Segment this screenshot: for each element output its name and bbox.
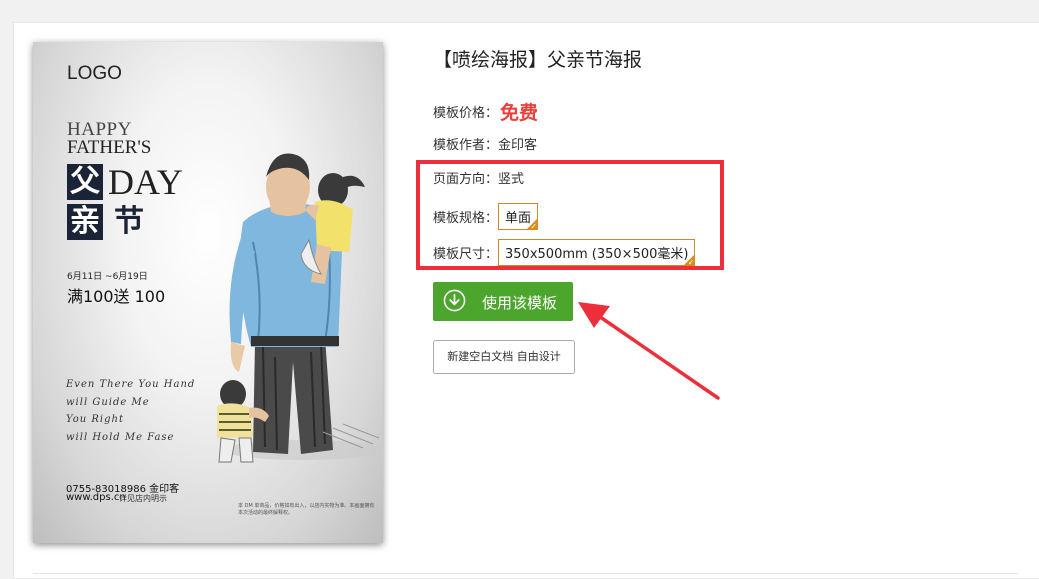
template-title: 【喷绘海报】父亲节海报 (433, 49, 643, 71)
poster-script-line: Even There You Hand (66, 379, 196, 390)
check-icon: ✓ (687, 258, 695, 267)
author-label: 模板作者： (433, 138, 499, 153)
poster-note: 详见店内明示 (119, 494, 167, 503)
poster-char-jie: 节 (114, 204, 144, 239)
poster-script-text: Even There You Hand will Guide Me You Ri… (66, 376, 195, 446)
poster-day: DAY (108, 162, 183, 202)
poster-fine-print: 本 DM 单商品，价格如有出入，以店内实物为准。本画面拥有本次活动的最终解释权。 (238, 503, 375, 516)
poster-script-line: will Guide Me (66, 396, 150, 408)
poster-date-range: 6月11日 ~6月19日 (67, 272, 148, 282)
poster-fathers: FATHER'S (67, 137, 152, 158)
check-icon: ✓ (530, 222, 538, 231)
poster-promo: 满100送 100 (67, 287, 166, 306)
price-value: 免费 (500, 102, 539, 124)
poster-logo: LOGO (67, 63, 122, 84)
author-value: 金印客 (498, 138, 538, 153)
highlight-annotation-box (416, 160, 724, 270)
poster-char-qin: 亲 (67, 204, 103, 240)
poster-script-line: will Hold Me Fase (66, 431, 175, 443)
poster-website: www.dps.cn (66, 492, 126, 503)
price-row: 模板价格： 免费 (433, 98, 538, 125)
poster-char-fu: 父 (67, 164, 103, 200)
poster-preview[interactable]: LOGO HAPPY FATHER'S 父 DAY 亲 节 6月11日 ~6月1… (33, 42, 383, 543)
use-template-button[interactable]: 使用该模板 (433, 282, 573, 321)
price-label: 模板价格： (433, 106, 499, 121)
divider (33, 573, 1018, 574)
download-circle-icon (443, 289, 466, 312)
father-children-illustration (217, 153, 383, 463)
new-blank-document-button[interactable]: 新建空白文档 自由设计 (433, 340, 575, 374)
annotation-arrow-icon (578, 302, 720, 400)
poster-script-line: You Right (66, 414, 124, 425)
author-row: 模板作者：金印客 (433, 134, 537, 153)
use-template-label: 使用该模板 (482, 294, 558, 312)
